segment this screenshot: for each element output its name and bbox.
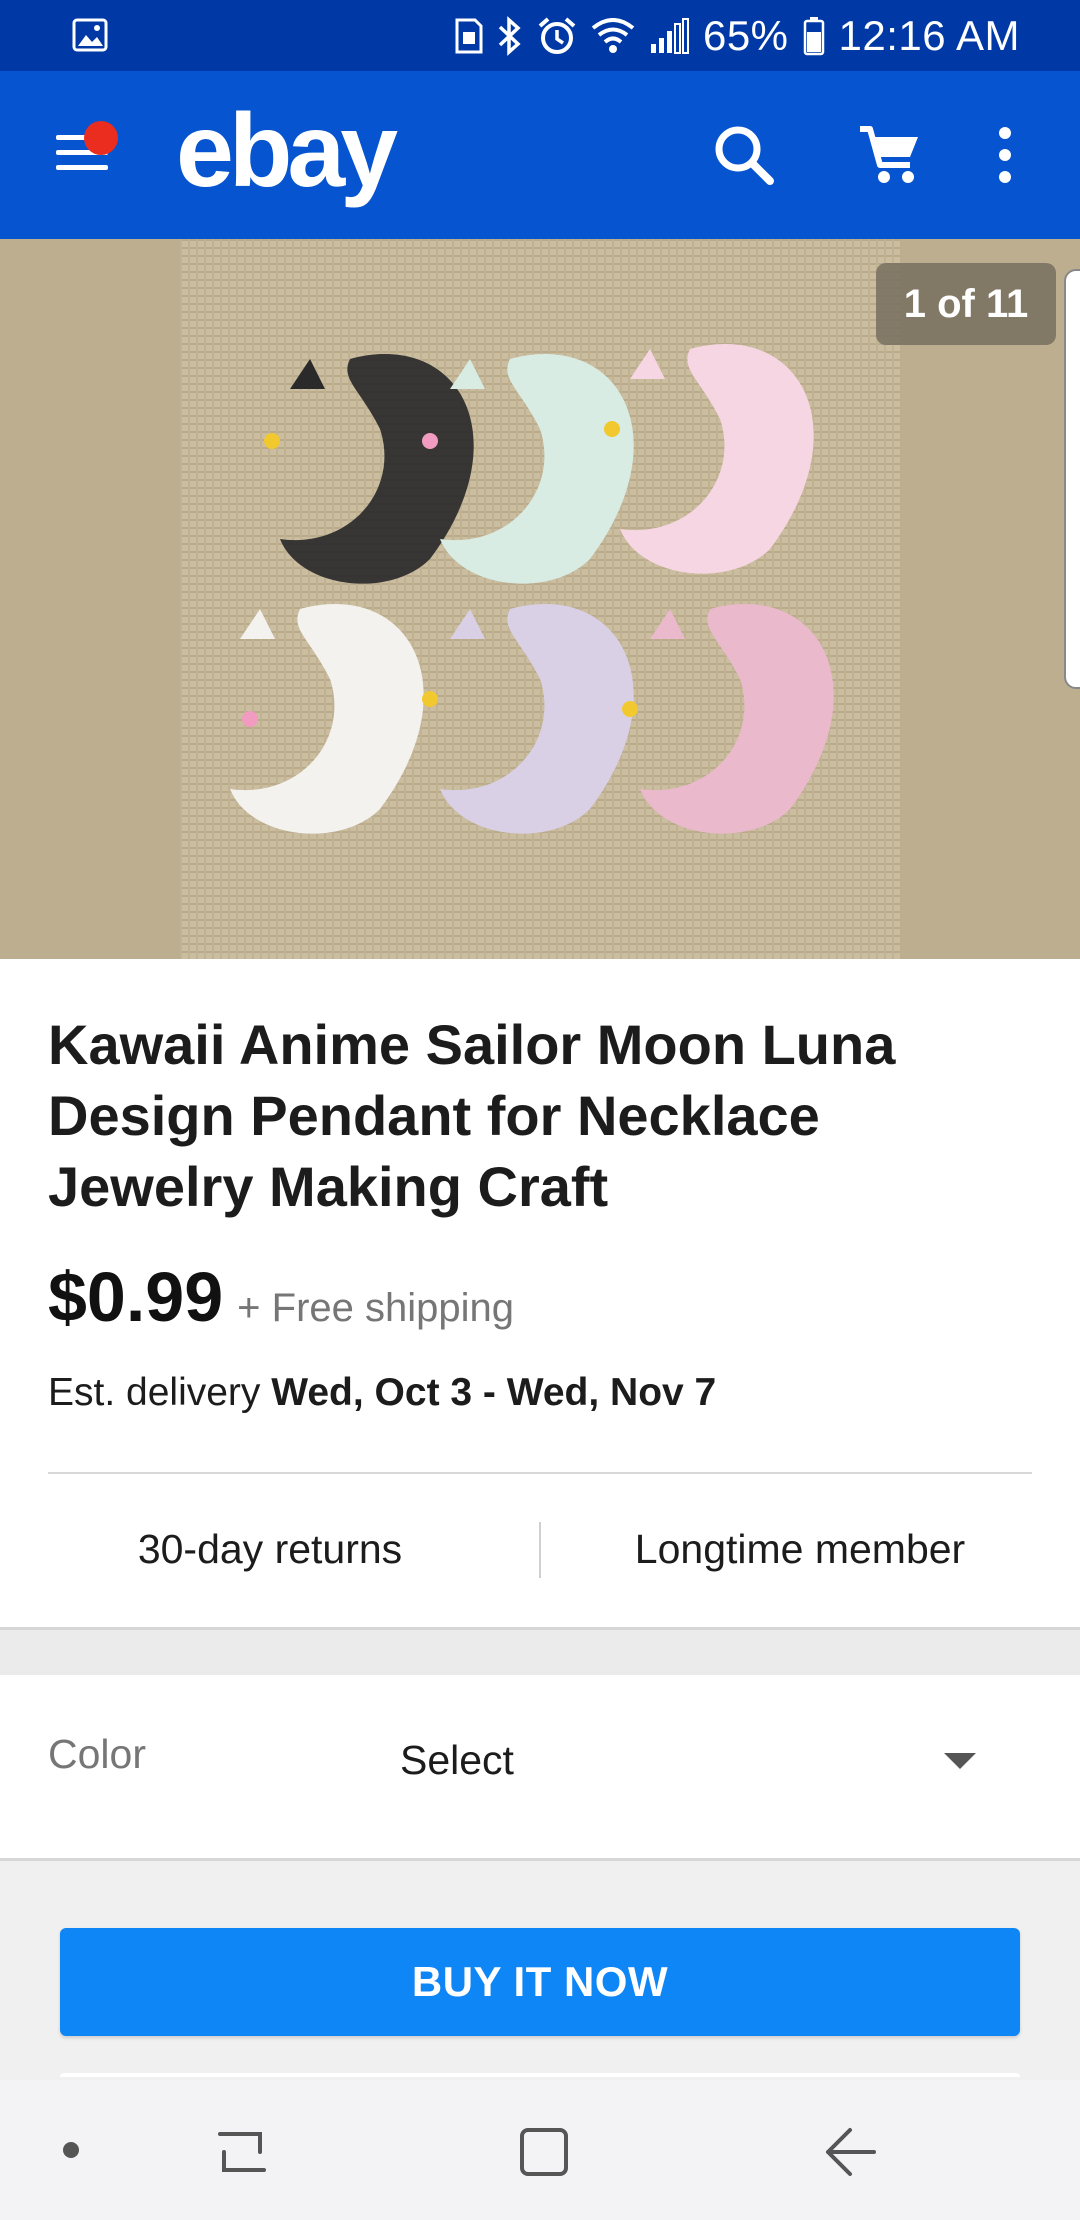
returns-badge[interactable]: 30-day returns [0, 1474, 540, 1624]
buy-it-now-button[interactable]: BUY IT NOW [60, 1928, 1020, 2036]
next-button-edge[interactable] [60, 2073, 1020, 2077]
side-panel-tab[interactable] [1064, 269, 1080, 689]
search-icon[interactable] [708, 119, 780, 191]
alarm-icon [538, 17, 576, 54]
system-nav-bar [0, 2080, 1080, 2220]
ebay-logo[interactable]: ebay [176, 99, 398, 203]
delivery-range: Wed, Oct 3 - Wed, Nov 7 [271, 1371, 717, 1414]
notification-dot [84, 121, 118, 155]
section-gap [0, 1627, 1080, 1675]
action-area: BUY IT NOW [0, 1861, 1080, 2080]
delivery-prefix: Est. delivery [48, 1371, 261, 1414]
menu-icon-line [56, 165, 108, 170]
image-counter: 1 of 11 [876, 263, 1056, 345]
bluetooth-icon [498, 16, 521, 56]
clock: 12:16 AM [838, 12, 1020, 59]
recents-icon[interactable] [212, 2122, 272, 2182]
seller-badges: 30-day returns Longtime member [0, 1474, 1080, 1624]
image-gallery[interactable]: 1 of 11 [0, 239, 1080, 959]
app-bar: ebay [0, 71, 1080, 239]
member-badge[interactable]: Longtime member [540, 1474, 1060, 1624]
wifi-icon [591, 18, 635, 53]
status-indicators: 65% 12:16 AM [455, 10, 1020, 62]
color-selector[interactable]: Color Select [0, 1675, 1080, 1861]
signal-icon [650, 18, 689, 54]
price-row: $0.99 + Free shipping [48, 1257, 514, 1337]
status-bar: 65% 12:16 AM [0, 0, 1080, 71]
color-dropdown-value: Select [400, 1737, 514, 1783]
product-photo[interactable] [180, 239, 900, 959]
more-vertical-icon[interactable] [980, 119, 1030, 191]
listing-details: Kawaii Anime Sailor Moon Luna Design Pen… [0, 959, 1080, 1627]
back-icon[interactable] [820, 2122, 880, 2182]
battery-percent: 65% [702, 12, 789, 59]
item-price: $0.99 [48, 1258, 224, 1336]
battery-icon [803, 17, 824, 56]
shipping-info: + Free shipping [237, 1286, 515, 1330]
delivery-estimate: Est. delivery Wed, Oct 3 - Wed, Nov 7 [48, 1371, 716, 1415]
caret-down-icon [944, 1753, 976, 1769]
dot-icon[interactable] [63, 2142, 79, 2158]
color-dropdown[interactable]: Select [400, 1737, 1020, 1797]
color-label: Color [48, 1731, 146, 1777]
cart-icon[interactable] [854, 119, 926, 191]
sim-icon [455, 18, 483, 54]
item-title: Kawaii Anime Sailor Moon Luna Design Pen… [48, 1013, 896, 1218]
home-icon[interactable] [514, 2122, 574, 2182]
gallery-notification-icon [72, 18, 108, 52]
